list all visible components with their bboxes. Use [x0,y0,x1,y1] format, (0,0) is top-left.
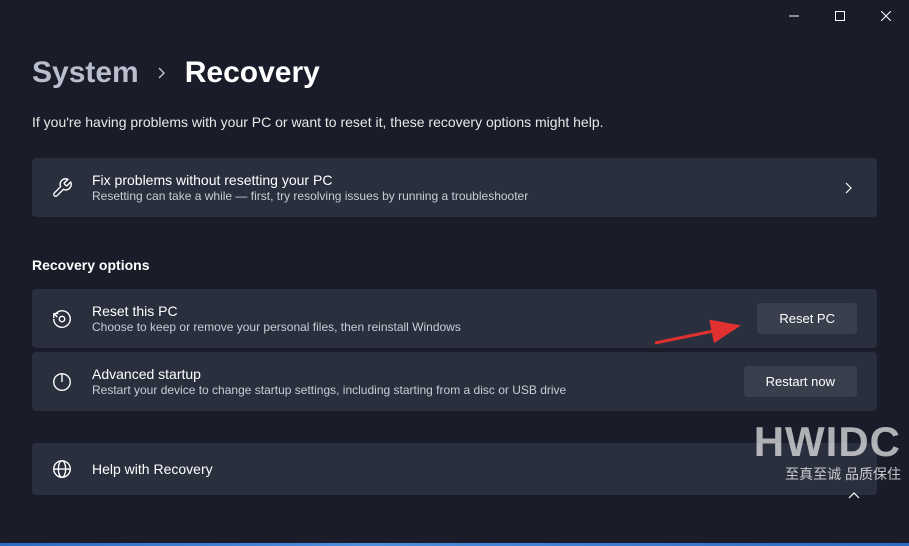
maximize-button[interactable] [817,0,863,32]
section-heading: Recovery options [32,257,877,273]
chevron-right-icon [157,66,167,80]
breadcrumb-parent[interactable]: System [32,56,139,90]
advanced-startup-card: Advanced startup Restart your device to … [32,352,877,411]
fix-problems-card[interactable]: Fix problems without resetting your PC R… [32,158,877,217]
wrench-icon [50,176,74,200]
chevron-right-icon [845,181,859,195]
card-desc: Resetting can take a while — first, try … [92,189,827,203]
minimize-button[interactable] [771,0,817,32]
reset-pc-button[interactable]: Reset PC [757,303,857,334]
help-recovery-card[interactable]: Help with Recovery [32,443,877,495]
restart-now-button[interactable]: Restart now [744,366,857,397]
globe-icon [50,457,74,481]
card-title: Fix problems without resetting your PC [92,172,827,188]
reset-pc-card: Reset this PC Choose to keep or remove y… [32,289,877,348]
card-desc: Choose to keep or remove your personal f… [92,320,739,334]
power-icon [50,370,74,394]
page-subtitle: If you're having problems with your PC o… [32,114,877,130]
breadcrumb: System Recovery [32,56,877,90]
title-bar [0,0,909,32]
reset-icon [50,307,74,331]
chevron-up-icon[interactable] [847,488,861,506]
card-title: Advanced startup [92,366,726,382]
card-title: Reset this PC [92,303,739,319]
page-title: Recovery [185,56,320,90]
card-desc: Restart your device to change startup se… [92,383,726,397]
card-title: Help with Recovery [92,461,859,477]
close-button[interactable] [863,0,909,32]
